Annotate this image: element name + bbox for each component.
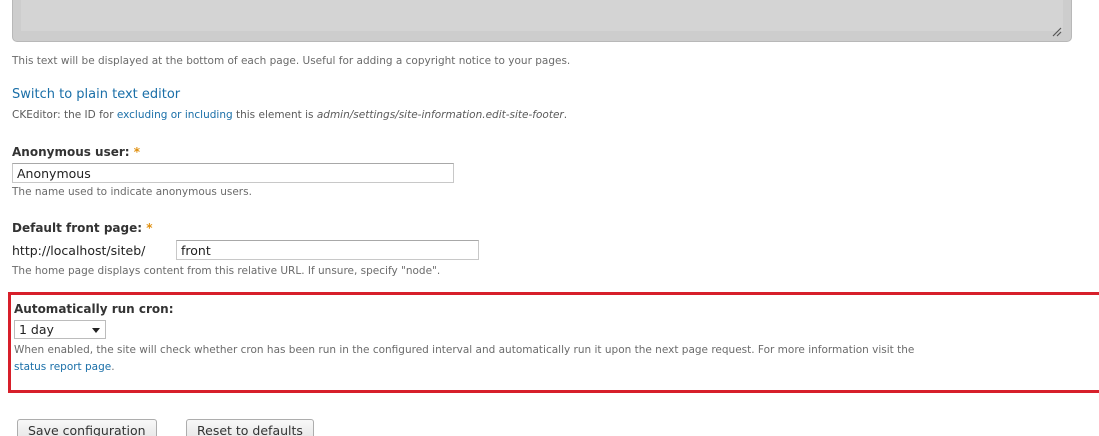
footer-description: This text will be displayed at the botto…: [12, 55, 571, 67]
ck-prefix-text: CKEditor: the ID for: [12, 109, 117, 121]
ck-element-id: admin/settings/site-information.edit-sit…: [316, 109, 564, 121]
cron-description: When enabled, the site will check whethe…: [14, 344, 915, 356]
editor-content-area[interactable]: [21, 0, 1063, 31]
automatically-run-cron-label: Automatically run cron:: [14, 302, 174, 316]
cron-interval-selected: 1 day: [19, 322, 54, 337]
default-front-page-label-text: Default front page:: [12, 221, 143, 235]
anonymous-user-label-text: Anonymous user:: [12, 145, 130, 159]
ckeditor-id-description: CKEditor: the ID for excluding or includ…: [12, 109, 567, 121]
chevron-down-icon: [92, 328, 100, 333]
cron-interval-select[interactable]: 1 day: [14, 320, 106, 339]
front-page-description: The home page displays content from this…: [12, 265, 441, 277]
site-footer-textarea[interactable]: [12, 0, 1072, 42]
base-url-prefix: http://localhost/siteb/: [12, 243, 146, 258]
switch-plain-text-editor-link[interactable]: Switch to plain text editor: [12, 87, 180, 102]
save-configuration-button[interactable]: Save configuration: [17, 419, 157, 436]
reset-to-defaults-button[interactable]: Reset to defaults: [186, 419, 314, 436]
site-information-form: This text will be displayed at the botto…: [0, 0, 1099, 436]
required-marker: *: [146, 221, 153, 235]
anonymous-user-label: Anonymous user: *: [12, 145, 140, 159]
ck-suffix-text: .: [563, 109, 568, 121]
status-report-suffix: .: [111, 361, 115, 373]
resize-grip-icon[interactable]: [1050, 25, 1062, 37]
anonymous-user-description: The name used to indicate anonymous user…: [12, 186, 252, 198]
cron-status-report-line: status report page.: [14, 361, 115, 373]
excluding-including-link[interactable]: excluding or including: [117, 109, 233, 121]
default-front-page-label: Default front page: *: [12, 221, 153, 235]
default-front-page-input[interactable]: [176, 240, 479, 260]
anonymous-user-input[interactable]: [12, 163, 454, 183]
required-marker: *: [133, 145, 141, 159]
status-report-page-link[interactable]: status report page: [14, 361, 111, 373]
ck-middle-text: this element is: [232, 109, 317, 121]
